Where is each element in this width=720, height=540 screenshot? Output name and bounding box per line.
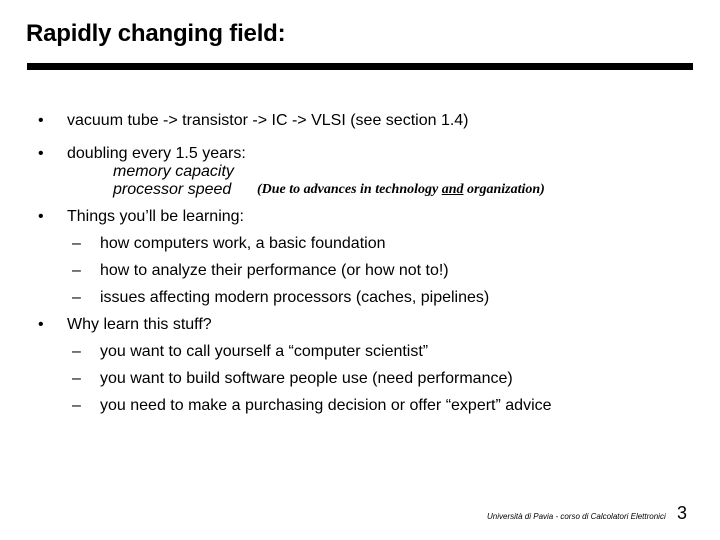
bullet-text: Why learn this stuff? (67, 316, 212, 333)
sub-item: how computers work, a basic foundation (100, 235, 386, 252)
bullet-marker: • (38, 112, 44, 129)
bullet-marker: • (38, 316, 44, 333)
page-number: 3 (677, 503, 688, 523)
sub-item: how to analyze their performance (or how… (100, 262, 449, 279)
bullet-text: doubling every 1.5 years: (67, 145, 246, 162)
sub-item: you want to build software people use (n… (100, 370, 513, 387)
sub-item: you want to call yourself a “computer sc… (100, 343, 429, 360)
dash-marker: – (72, 262, 81, 279)
sub-item: issues affecting modern processors (cach… (100, 289, 490, 306)
dash-marker: – (72, 397, 81, 414)
title-divider (27, 63, 693, 70)
sub-item: processor speed (113, 181, 232, 198)
bullet-marker: • (38, 208, 44, 225)
bullet-text: vacuum tube -> transistor -> IC -> VLSI … (67, 112, 469, 129)
footer-text: Università di Pavia - corso di Calcolato… (487, 512, 666, 521)
slide-title: Rapidly changing field: (26, 20, 286, 47)
sub-item: memory capacity (113, 163, 234, 180)
note-text: (Due to advances in technology (257, 182, 442, 197)
bullet-marker: • (38, 145, 44, 162)
note-emphasis: and (441, 182, 464, 197)
dash-marker: – (72, 370, 81, 387)
bullet-text: Things you’ll be learning: (67, 208, 244, 225)
note-text: organization) (463, 182, 545, 197)
annotation-note: (Due to advances in technology and organ… (257, 182, 545, 198)
dash-marker: – (72, 289, 81, 306)
dash-marker: – (72, 235, 81, 252)
sub-item: you need to make a purchasing decision o… (100, 397, 552, 414)
dash-marker: – (72, 343, 81, 360)
